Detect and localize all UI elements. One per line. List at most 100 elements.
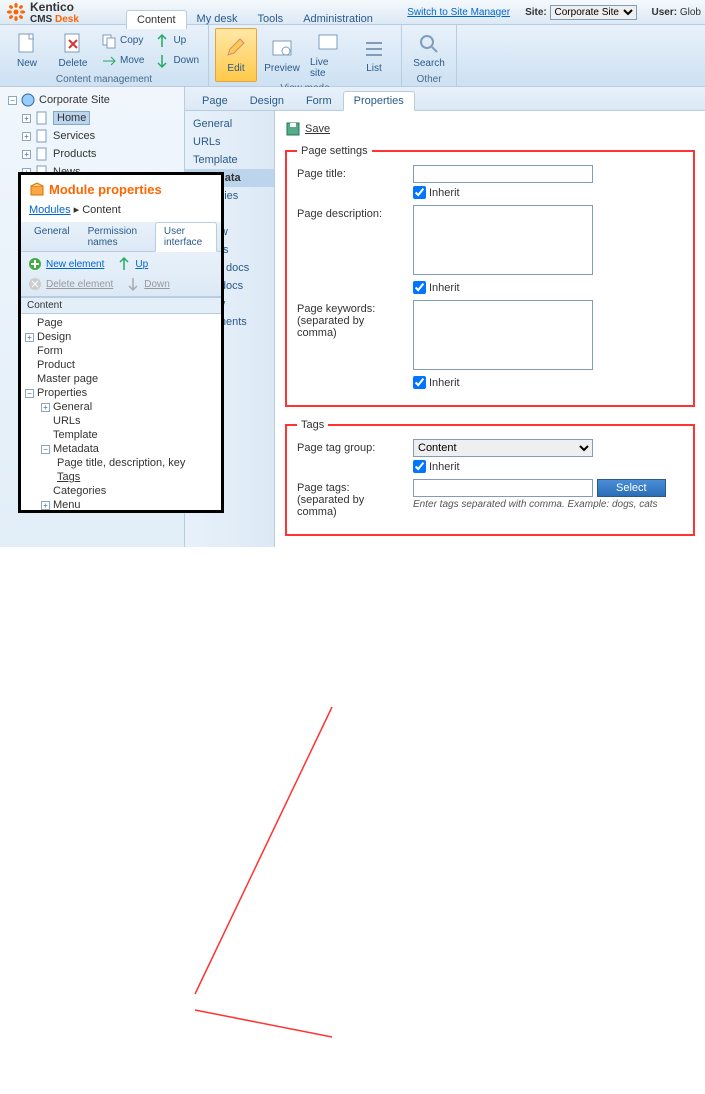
modprops-tab-ui[interactable]: User interface [155,222,217,252]
doc-icon [34,146,50,162]
down-icon [125,276,141,292]
modprops-breadcrumb: Modules ▸ Content [21,201,221,222]
inherit-label: Inherit [429,461,460,473]
mp-item-meta-tags[interactable]: Tags [57,470,217,484]
site-selector[interactable]: Corporate Site [550,5,637,20]
inherit-label: Inherit [429,282,460,294]
ribbon-group-content-mgmt: New Delete Copy Move Up Down Content man… [0,25,209,86]
tree-root[interactable]: − Corporate Site [4,91,180,109]
ribbon-group-cm-title: Content management [6,73,202,85]
tree-item-services[interactable]: +Services [18,127,180,145]
brand-desk: Desk [55,14,79,25]
mp-item-template[interactable]: Template [41,428,217,442]
page-keywords-label: Page keywords:(separated by comma) [297,300,407,339]
page-settings-legend: Page settings [297,145,372,157]
new-button[interactable]: New [6,28,48,73]
brand-cms: CMS [30,14,55,25]
page-title-input[interactable] [413,165,593,183]
delete-button[interactable]: Delete [52,28,94,73]
form-area: Save Page settings Page title: Inherit P… [275,111,705,547]
ribbon-group-other: Search Other [402,25,457,86]
tab-form[interactable]: Form [295,91,343,110]
tab-page[interactable]: Page [191,91,239,110]
switch-site-manager-link[interactable]: Switch to Site Manager [407,7,510,18]
list-button[interactable]: List [353,28,395,82]
search-button[interactable]: Search [408,28,450,73]
page-desc-input[interactable] [413,205,593,275]
new-doc-icon [15,32,39,56]
tree-toggle-icon[interactable]: − [25,389,34,398]
subnav-template[interactable]: Template [185,151,274,169]
breadcrumb-modules[interactable]: Modules [29,204,71,216]
ribbon-group-view-mode: Edit Preview Live site List View mode [209,25,402,86]
ribbon-group-other-title: Other [408,73,450,85]
tree-toggle-icon[interactable]: + [41,403,50,412]
tree-toggle-icon[interactable]: + [22,114,31,123]
mp-item-urls[interactable]: URLs [41,414,217,428]
tags-fieldset: Tags Page tag group: Content Inherit Pag… [285,419,695,536]
save-bar: Save [285,117,695,145]
header-tab-tools[interactable]: Tools [248,10,294,29]
live-site-button[interactable]: Live site [307,28,349,82]
save-link[interactable]: Save [305,123,330,135]
mp-item-categories[interactable]: Categories [41,484,217,498]
mp-item-product[interactable]: Product [25,358,217,372]
tab-properties[interactable]: Properties [343,91,415,111]
page-keywords-input[interactable] [413,300,593,370]
header-tab-admin[interactable]: Administration [293,10,383,29]
page-title-inherit-checkbox[interactable] [413,186,426,199]
mp-item-metadata[interactable]: −Metadata [41,442,217,456]
subnav-urls[interactable]: URLs [185,133,274,151]
mp-item-menu[interactable]: +Menu [41,498,217,512]
header-tab-mydesk[interactable]: My desk [187,10,248,29]
site-label: Site: [525,7,547,18]
up-button[interactable]: Up [151,32,202,50]
edit-button[interactable]: Edit [215,28,257,82]
page-keywords-inherit-checkbox[interactable] [413,376,426,389]
tree-toggle-icon[interactable]: − [41,445,50,454]
up-icon [154,33,170,49]
mp-item-meta-ptk[interactable]: Page title, description, key [57,456,217,470]
plus-icon [27,256,43,272]
mp-up-button[interactable]: Up [116,256,148,272]
tree-toggle-icon[interactable]: + [22,132,31,141]
new-element-button[interactable]: New element [27,256,104,272]
tag-group-select[interactable]: Content [413,439,593,457]
ribbon: New Delete Copy Move Up Down Content man… [0,25,705,87]
header-tabs: Content My desk Tools Administration [126,10,383,29]
modprops-tab-general[interactable]: General [25,222,79,251]
mp-item-form[interactable]: Form [25,344,217,358]
tag-group-inherit-checkbox[interactable] [413,460,426,473]
copy-icon [101,33,117,49]
tree-item-home[interactable]: +Home [18,109,180,127]
page-tags-input[interactable] [413,479,593,497]
content-area: Page Design Form Properties General URLs… [185,87,705,547]
preview-button[interactable]: Preview [261,28,303,82]
move-button[interactable]: Move [98,52,147,70]
subnav-general[interactable]: General [185,115,274,133]
down-button[interactable]: Down [151,52,202,70]
modprops-title: Module properties [49,182,162,197]
list-icon [362,37,386,61]
copy-button[interactable]: Copy [98,32,147,50]
select-tags-button[interactable]: Select [597,479,666,497]
mp-item-page[interactable]: Page [25,316,217,330]
move-icon [101,53,117,69]
tree-item-products[interactable]: +Products [18,145,180,163]
tree-toggle-icon[interactable]: + [25,333,34,342]
tree-toggle-icon[interactable]: + [22,150,31,159]
module-properties-panel: Module properties Modules ▸ Content Gene… [18,172,224,513]
header-tab-content[interactable]: Content [126,10,187,29]
modprops-tab-perms[interactable]: Permission names [79,222,155,251]
doc-icon [34,110,50,126]
inherit-label: Inherit [429,377,460,389]
tab-design[interactable]: Design [239,91,295,110]
tree-toggle-icon[interactable]: − [8,96,17,105]
page-desc-inherit-checkbox[interactable] [413,281,426,294]
mp-item-master[interactable]: Master page [25,372,217,386]
content-tabs: Page Design Form Properties [185,87,705,111]
mp-item-design[interactable]: +Design [25,330,217,344]
mp-item-properties[interactable]: −Properties [25,386,217,400]
mp-item-general[interactable]: +General [41,400,217,414]
tree-toggle-icon[interactable]: + [41,501,50,510]
